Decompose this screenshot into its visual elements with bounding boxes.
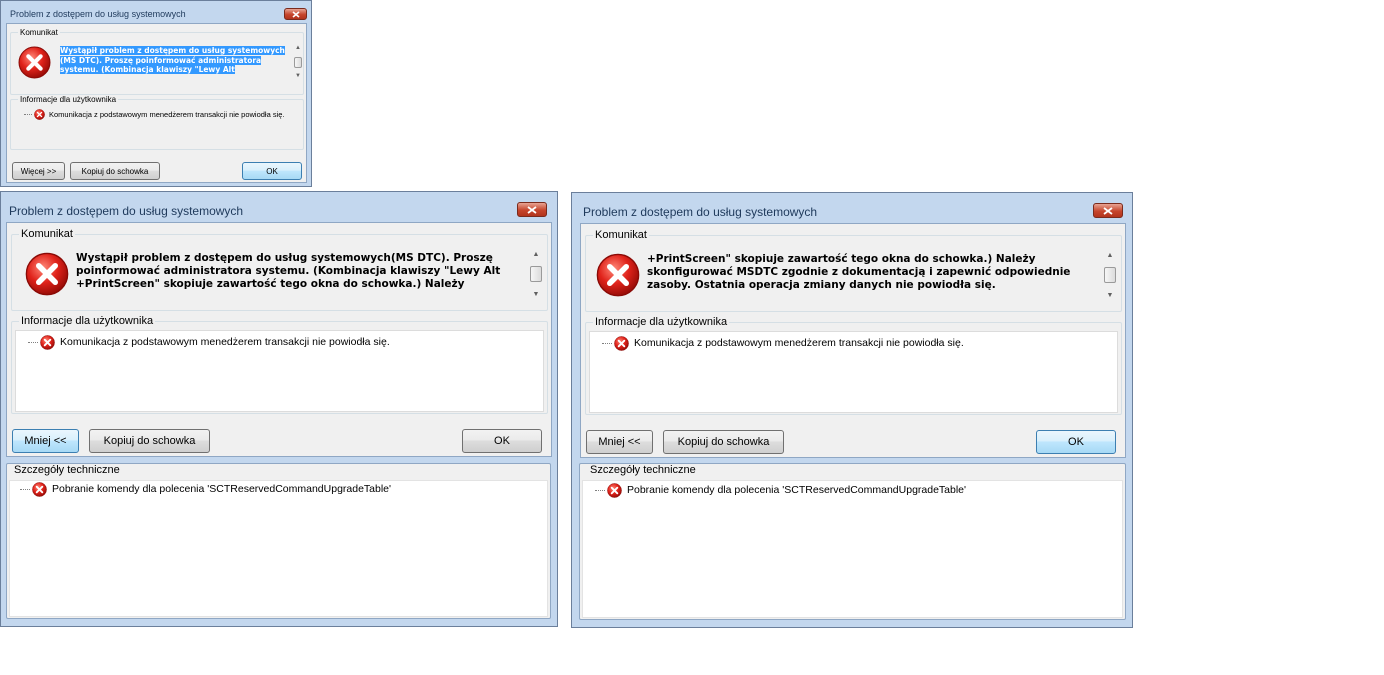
tree-connector bbox=[28, 341, 38, 343]
left-info-group-label: Informacje dla użytkownika bbox=[19, 315, 156, 327]
small-message-group-label: Komunikat bbox=[18, 28, 60, 37]
left-tech-item[interactable]: Pobranie komendy dla polecenia 'SCTReser… bbox=[20, 481, 391, 497]
right-message-text[interactable]: +PrintScreen" skopiuje zawartość tego ok… bbox=[647, 253, 1097, 292]
error-icon bbox=[596, 253, 640, 297]
scroll-down-arrow-icon[interactable]: ▼ bbox=[293, 73, 303, 79]
right-message-group: Komunikat +PrintScreen" skopiuje zawarto… bbox=[585, 229, 1122, 312]
left-tech-list: Pobranie komendy dla polecenia 'SCTReser… bbox=[9, 480, 548, 617]
right-info-group-label: Informacje dla użytkownika bbox=[593, 316, 730, 328]
left-tech-details-group: Szczegóły techniczne Pobranie komendy dl… bbox=[6, 463, 551, 619]
right-info-list: Komunikacja z podstawowym menedżerem tra… bbox=[589, 331, 1118, 413]
small-message-line-3: systemu. (Kombinacja klawiszy "Lewy Alt bbox=[60, 65, 235, 74]
small-info-group: Informacje dla użytkownika Komunikacja z… bbox=[10, 95, 304, 150]
scroll-down-arrow-icon[interactable]: ▼ bbox=[1103, 292, 1117, 299]
right-tech-item[interactable]: Pobranie komendy dla polecenia 'SCTReser… bbox=[595, 482, 966, 498]
small-info-group-label: Informacje dla użytkownika bbox=[18, 95, 119, 104]
error-icon bbox=[607, 483, 622, 498]
right-tech-group-label: Szczegóły techniczne bbox=[590, 464, 696, 476]
small-copy-to-clipboard-button[interactable]: Kopiuj do schowka bbox=[70, 162, 160, 180]
error-icon bbox=[614, 336, 629, 351]
small-client-area: Komunikat Wystąpił problem z dostępem do… bbox=[6, 23, 307, 183]
close-icon bbox=[527, 205, 537, 214]
small-window-title: Problem z dostępem do usług systemowych bbox=[10, 9, 186, 19]
close-icon bbox=[291, 10, 300, 18]
right-tech-list: Pobranie komendy dla polecenia 'SCTReser… bbox=[582, 480, 1123, 618]
right-client-area: Komunikat +PrintScreen" skopiuje zawarto… bbox=[580, 223, 1126, 458]
right-tech-details-group: Szczegóły techniczne Pobranie komendy dl… bbox=[579, 463, 1126, 620]
less-button[interactable]: Mniej << bbox=[12, 429, 79, 453]
left-info-item[interactable]: Komunikacja z podstawowym menedżerem tra… bbox=[28, 334, 390, 350]
left-tech-group-label: Szczegóły techniczne bbox=[14, 464, 120, 476]
error-icon bbox=[25, 252, 69, 296]
more-button[interactable]: Więcej >> bbox=[12, 162, 65, 180]
right-dialog-window: Problem z dostępem do usług systemowych … bbox=[571, 192, 1133, 628]
left-info-group: Informacje dla użytkownika Komunikacja z… bbox=[11, 315, 548, 414]
scroll-down-arrow-icon[interactable]: ▼ bbox=[529, 291, 543, 298]
error-icon bbox=[34, 109, 45, 120]
small-dialog-window: Problem z dostępem do usług systemowych … bbox=[0, 0, 312, 187]
tree-connector bbox=[24, 113, 32, 115]
less-button[interactable]: Mniej << bbox=[586, 430, 653, 454]
left-close-button[interactable] bbox=[517, 202, 547, 217]
tree-connector bbox=[602, 342, 612, 344]
right-copy-to-clipboard-button[interactable]: Kopiuj do schowka bbox=[663, 430, 784, 454]
right-message-group-label: Komunikat bbox=[593, 229, 649, 241]
small-close-button[interactable] bbox=[284, 8, 307, 20]
left-window-title: Problem z dostępem do usług systemowych bbox=[9, 204, 244, 218]
left-title-bar[interactable]: Problem z dostępem do usług systemowych bbox=[1, 192, 557, 222]
scroll-up-arrow-icon[interactable]: ▲ bbox=[293, 45, 303, 51]
right-title-bar[interactable]: Problem z dostępem do usług systemowych bbox=[572, 193, 1132, 223]
scroll-up-arrow-icon[interactable]: ▲ bbox=[1103, 252, 1117, 259]
small-message-text[interactable]: Wystąpił problem z dostępem do usług sys… bbox=[60, 46, 290, 75]
tree-connector bbox=[595, 489, 605, 491]
scroll-thumb[interactable] bbox=[1104, 267, 1116, 283]
left-message-scrollbar[interactable]: ▲ ▼ bbox=[529, 251, 543, 301]
small-info-item-text: Komunikacja z podstawowym menedżerem tra… bbox=[49, 109, 285, 119]
error-icon bbox=[32, 482, 47, 497]
small-ok-button[interactable]: OK bbox=[242, 162, 302, 180]
left-ok-button[interactable]: OK bbox=[462, 429, 542, 453]
right-ok-button[interactable]: OK bbox=[1036, 430, 1116, 454]
scroll-thumb[interactable] bbox=[294, 57, 302, 68]
small-info-item[interactable]: Komunikacja z podstawowym menedżerem tra… bbox=[24, 108, 285, 120]
right-close-button[interactable] bbox=[1093, 203, 1123, 218]
right-info-item-text: Komunikacja z podstawowym menedżerem tra… bbox=[634, 337, 964, 349]
small-message-scrollbar[interactable]: ▲ ▼ bbox=[293, 45, 303, 81]
right-message-scrollbar[interactable]: ▲ ▼ bbox=[1103, 252, 1117, 302]
small-message-line-2: (MS DTC). Proszę poinformować administra… bbox=[60, 55, 262, 65]
error-icon bbox=[40, 335, 55, 350]
tree-connector bbox=[20, 488, 30, 490]
close-icon bbox=[1103, 206, 1113, 215]
left-client-area: Komunikat Wystąpił problem z dostępem do… bbox=[6, 222, 552, 457]
left-info-list: Komunikacja z podstawowym menedżerem tra… bbox=[15, 330, 544, 412]
small-message-line-1: Wystąpił problem z dostępem do usług sys… bbox=[60, 46, 285, 55]
left-message-group: Komunikat Wystąpił problem z dostępem do… bbox=[11, 228, 548, 311]
small-message-group: Komunikat Wystąpił problem z dostępem do… bbox=[10, 28, 304, 95]
right-info-group: Informacje dla użytkownika Komunikacja z… bbox=[585, 316, 1122, 415]
left-copy-to-clipboard-button[interactable]: Kopiuj do schowka bbox=[89, 429, 210, 453]
left-dialog-window: Problem z dostępem do usług systemowych … bbox=[0, 191, 558, 627]
scroll-up-arrow-icon[interactable]: ▲ bbox=[529, 251, 543, 258]
left-info-item-text: Komunikacja z podstawowym menedżerem tra… bbox=[60, 336, 390, 348]
left-tech-item-text: Pobranie komendy dla polecenia 'SCTReser… bbox=[52, 483, 392, 495]
left-message-text[interactable]: Wystąpił problem z dostępem do usług sys… bbox=[76, 252, 526, 291]
scroll-thumb[interactable] bbox=[530, 266, 542, 282]
error-icon bbox=[18, 46, 51, 79]
right-tech-item-text: Pobranie komendy dla polecenia 'SCTReser… bbox=[627, 484, 967, 496]
right-window-title: Problem z dostępem do usług systemowych bbox=[583, 205, 818, 219]
right-info-item[interactable]: Komunikacja z podstawowym menedżerem tra… bbox=[602, 335, 964, 351]
left-message-group-label: Komunikat bbox=[19, 228, 75, 240]
